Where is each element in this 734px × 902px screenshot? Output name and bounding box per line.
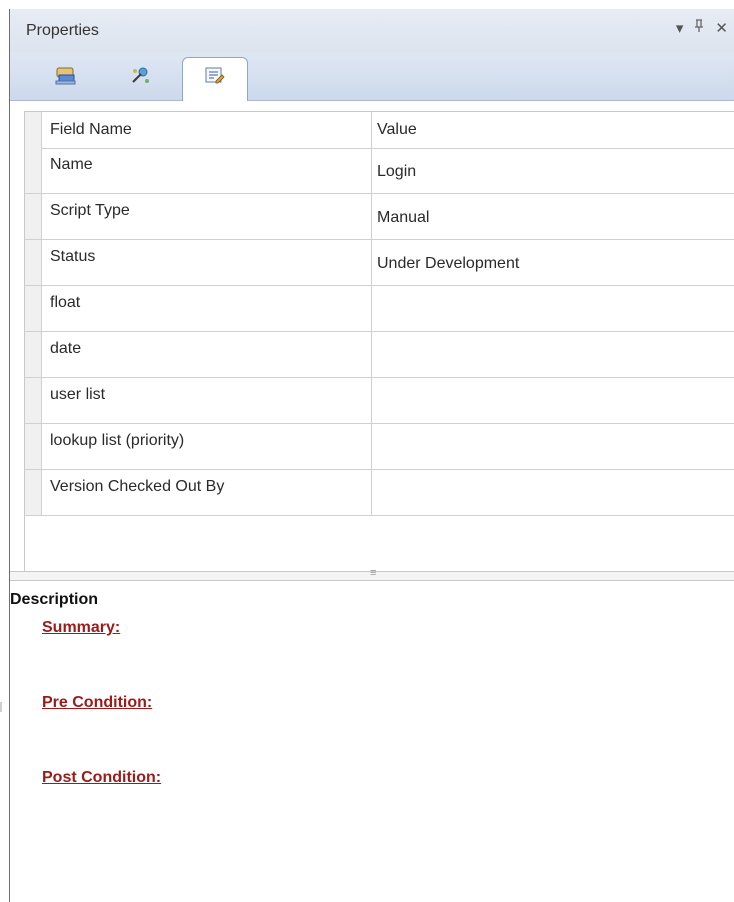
panel-titlebar: Properties ▾ ✕ xyxy=(10,9,734,53)
table-row[interactable]: user list xyxy=(25,378,734,424)
row-selector[interactable] xyxy=(25,332,42,377)
field-name-cell: Name xyxy=(50,156,93,173)
panel-title: Properties xyxy=(26,22,99,39)
close-icon[interactable]: ✕ xyxy=(715,20,728,38)
panel-splitter[interactable]: ≡ xyxy=(10,567,734,581)
row-selector xyxy=(25,112,42,148)
table-row[interactable]: Version Checked Out By xyxy=(25,470,734,516)
column-header-field-name[interactable]: Field Name xyxy=(50,121,132,139)
grid-header-row: Field Name Value xyxy=(25,112,734,149)
resize-edge[interactable] xyxy=(0,702,2,712)
title-controls: ▾ ✕ xyxy=(676,19,728,38)
value-cell[interactable]: Manual xyxy=(377,209,429,227)
dropdown-arrow-icon[interactable]: ▾ xyxy=(676,20,684,38)
details-icon[interactable] xyxy=(52,63,80,89)
table-row[interactable]: Script Type Manual xyxy=(25,194,734,240)
panel-toolbar xyxy=(10,52,734,101)
wizard-icon[interactable] xyxy=(127,63,155,89)
table-row[interactable]: Status Under Development xyxy=(25,240,734,286)
properties-panel: Properties ▾ ✕ Field Name Value Name Log… xyxy=(9,9,734,902)
field-name-cell: Version Checked Out By xyxy=(50,478,225,495)
row-selector[interactable] xyxy=(25,194,42,239)
field-name-cell: user list xyxy=(50,386,106,403)
properties-grid: Field Name Value Name Login Script Type … xyxy=(24,111,734,572)
row-selector[interactable] xyxy=(25,378,42,423)
pre-condition-link[interactable]: Pre Condition: xyxy=(42,694,152,712)
field-name-cell: lookup list (priority) xyxy=(50,432,185,449)
field-name-cell: Status xyxy=(50,248,96,265)
field-name-cell: Script Type xyxy=(50,202,130,219)
memo-edit-icon[interactable] xyxy=(201,63,229,89)
value-cell[interactable]: Under Development xyxy=(377,255,519,273)
field-name-cell: float xyxy=(50,294,81,311)
row-selector[interactable] xyxy=(25,286,42,331)
table-row[interactable]: float xyxy=(25,286,734,332)
summary-link[interactable]: Summary: xyxy=(42,619,120,637)
pin-icon[interactable] xyxy=(693,19,705,38)
description-heading: Description xyxy=(10,591,99,608)
value-cell[interactable]: Login xyxy=(377,163,416,181)
row-selector[interactable] xyxy=(25,148,42,193)
column-header-value[interactable]: Value xyxy=(377,121,417,139)
field-name-cell: date xyxy=(50,340,82,357)
row-selector[interactable] xyxy=(25,240,42,285)
splitter-grip-icon[interactable]: ≡ xyxy=(370,567,376,579)
table-row[interactable]: date xyxy=(25,332,734,378)
row-selector[interactable] xyxy=(25,424,42,469)
row-selector[interactable] xyxy=(25,470,42,515)
post-condition-link[interactable]: Post Condition: xyxy=(42,769,161,787)
table-row[interactable]: Name Login xyxy=(25,148,734,194)
table-row[interactable]: lookup list (priority) xyxy=(25,424,734,470)
